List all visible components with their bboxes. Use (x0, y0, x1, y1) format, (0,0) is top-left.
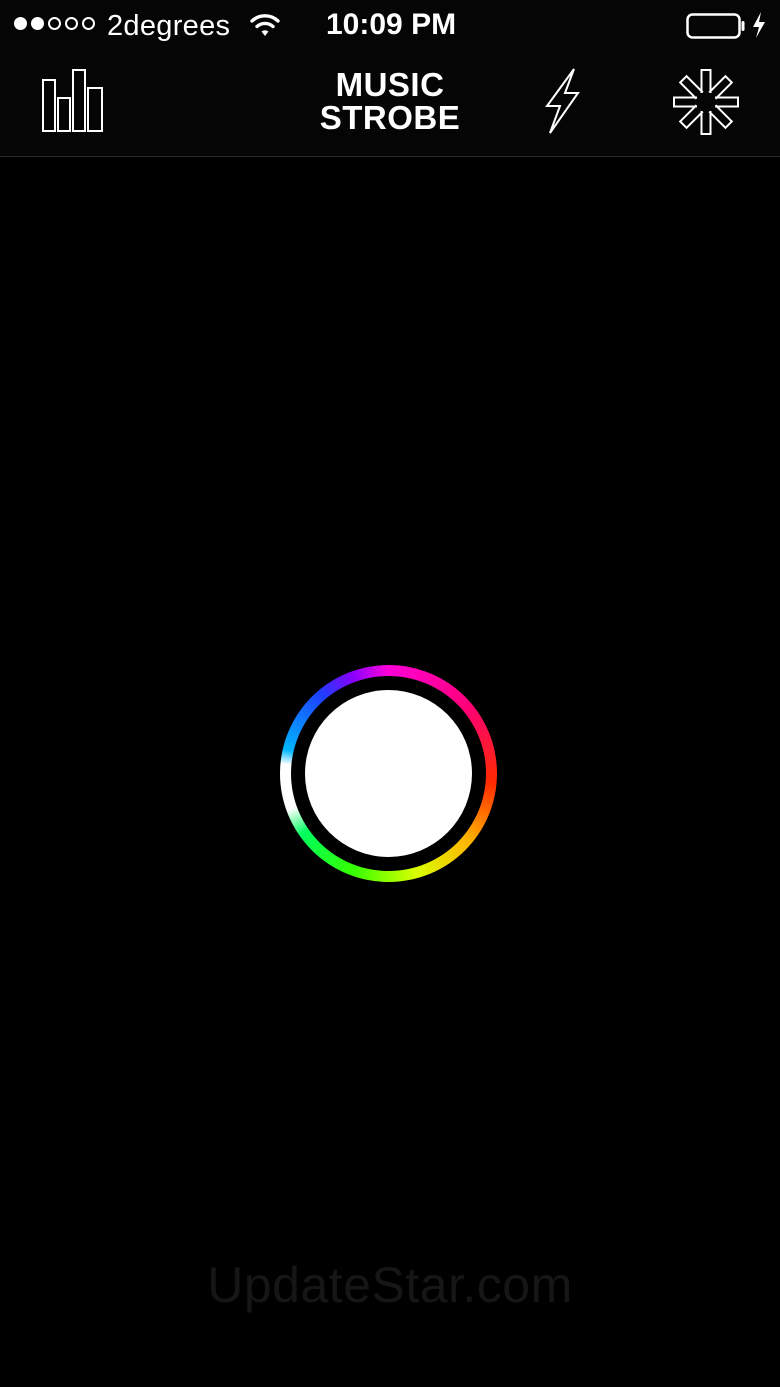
signal-dot (65, 17, 78, 30)
lightning-bolt-icon[interactable] (540, 66, 584, 136)
nav-bar: MUSIC STROBE (0, 52, 780, 157)
watermark: UpdateStar.com (207, 1257, 573, 1313)
status-time: 10:09 PM (326, 8, 457, 41)
strobe-button[interactable] (305, 690, 472, 857)
carrier-name: 2degrees (107, 10, 231, 42)
signal-dot (48, 17, 61, 30)
battery-icon (686, 13, 745, 39)
app-logo: MUSIC STROBE (300, 68, 480, 134)
signal-dot (14, 17, 27, 30)
signal-strength-icon (14, 17, 95, 30)
status-bar: 2degrees 10:09 PM (0, 0, 780, 52)
wifi-icon (250, 14, 280, 36)
signal-dot (31, 17, 44, 30)
logo-line-strobe: STROBE (319, 99, 461, 136)
asterisk-settings-icon[interactable] (670, 66, 742, 138)
strobe-area: UpdateStar.com (0, 157, 780, 1387)
charging-bolt-icon (753, 12, 765, 38)
equalizer-bars-icon[interactable] (40, 66, 110, 136)
color-ring[interactable] (280, 665, 497, 882)
logo-line-music: MUSIC (335, 66, 445, 103)
signal-dot (82, 17, 95, 30)
